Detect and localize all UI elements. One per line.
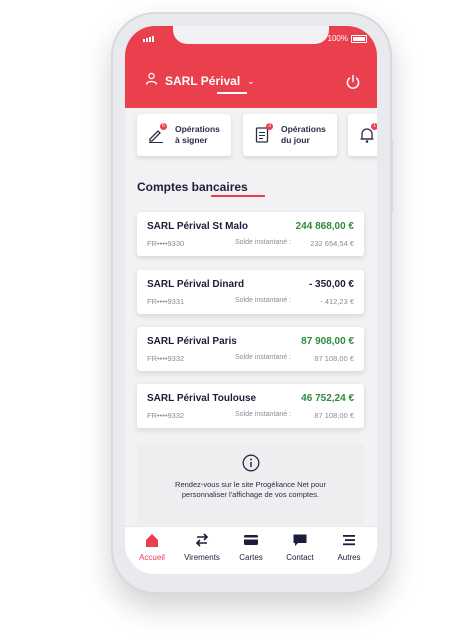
card-icon bbox=[226, 531, 276, 549]
info-box: Rendez-vous sur le site Progéliance Net … bbox=[137, 444, 364, 524]
tab-label: Contact bbox=[286, 553, 314, 562]
tab-label: Cartes bbox=[239, 553, 263, 562]
document-icon: 3 bbox=[253, 123, 273, 144]
tab-cartes[interactable]: Cartes bbox=[226, 531, 276, 562]
instant-balance: 87 108,00 € bbox=[314, 354, 354, 363]
instant-balance: 87 108,00 € bbox=[314, 411, 354, 420]
account-name: SARL Périval Dinard bbox=[147, 279, 245, 290]
account-balance: 46 752,24 € bbox=[301, 393, 354, 404]
user-selector[interactable]: SARL Périval ⌄ bbox=[145, 72, 255, 90]
home-icon bbox=[127, 531, 177, 549]
quick-action-notifications[interactable]: 1 bbox=[348, 114, 377, 156]
app-screen: 100% SARL Périval ⌄ 6 Opérations à signe… bbox=[125, 26, 377, 574]
instant-balance: - 412,23 € bbox=[320, 297, 354, 306]
user-name: SARL Périval bbox=[165, 74, 241, 88]
notification-badge: 3 bbox=[266, 123, 273, 130]
battery-percent: 100% bbox=[327, 34, 348, 43]
tab-virements[interactable]: Virements bbox=[177, 531, 227, 562]
tab-autres[interactable]: Autres bbox=[324, 531, 374, 562]
tab-contact[interactable]: Contact bbox=[275, 531, 325, 562]
account-name: SARL Périval St Malo bbox=[147, 221, 248, 232]
phone-side-button bbox=[390, 140, 393, 212]
user-icon bbox=[145, 72, 158, 90]
account-number: FR••••9332 bbox=[147, 411, 185, 420]
account-balance: 87 908,00 € bbox=[301, 336, 354, 347]
info-text: Rendez-vous sur le site Progéliance Net … bbox=[175, 480, 326, 499]
account-card[interactable]: SARL Périval St Malo 244 868,00 € FR••••… bbox=[137, 212, 364, 256]
account-number: FR••••9330 bbox=[147, 239, 185, 248]
instant-balance-label: Solde instantané : bbox=[235, 354, 292, 361]
quick-action-label: Opérations du jour bbox=[281, 124, 326, 145]
power-icon[interactable] bbox=[345, 74, 361, 95]
account-card[interactable]: SARL Périval Paris 87 908,00 € FR••••933… bbox=[137, 327, 364, 371]
account-number: FR••••9332 bbox=[147, 354, 185, 363]
instant-balance: 232 654,54 € bbox=[310, 239, 354, 248]
account-balance: 244 868,00 € bbox=[295, 221, 354, 232]
tab-label: Autres bbox=[337, 553, 361, 562]
phone-notch bbox=[173, 26, 329, 44]
menu-icon bbox=[324, 531, 374, 549]
info-icon bbox=[242, 454, 260, 472]
account-card[interactable]: SARL Périval Dinard - 350,00 € FR••••933… bbox=[137, 270, 364, 314]
quick-action-operations-du-jour[interactable]: 3 Opérations du jour bbox=[243, 114, 337, 156]
bottom-tab-bar: Accueil Virements Cartes Contact Autres bbox=[125, 526, 377, 574]
bell-icon: 1 bbox=[358, 123, 377, 144]
transfer-icon bbox=[177, 531, 227, 549]
account-number: FR••••9331 bbox=[147, 297, 185, 306]
account-name: SARL Périval Toulouse bbox=[147, 393, 257, 404]
tab-accueil[interactable]: Accueil bbox=[127, 531, 177, 562]
app-header: 100% SARL Périval ⌄ bbox=[125, 26, 377, 108]
user-selector-underline bbox=[217, 92, 247, 94]
chevron-down-icon: ⌄ bbox=[247, 75, 255, 86]
chat-icon bbox=[275, 531, 325, 549]
notification-badge: 6 bbox=[160, 123, 167, 130]
signal-icon bbox=[143, 36, 154, 42]
account-balance: - 350,00 € bbox=[308, 279, 354, 290]
notification-badge: 1 bbox=[371, 123, 377, 130]
battery-icon bbox=[351, 34, 367, 43]
section-title-underline bbox=[211, 195, 265, 197]
instant-balance-label: Solde instantané : bbox=[235, 239, 292, 246]
instant-balance-label: Solde instantané : bbox=[235, 411, 292, 418]
battery-status: 100% bbox=[328, 34, 367, 43]
account-name: SARL Périval Paris bbox=[147, 336, 237, 347]
tab-label: Virements bbox=[184, 553, 220, 562]
account-card[interactable]: SARL Périval Toulouse 46 752,24 € FR••••… bbox=[137, 384, 364, 428]
quick-action-label: Opérations à signer bbox=[175, 124, 220, 145]
sign-icon: 6 bbox=[147, 123, 167, 144]
instant-balance-label: Solde instantané : bbox=[235, 297, 292, 304]
section-title: Comptes bancaires bbox=[137, 180, 248, 194]
tab-label: Accueil bbox=[139, 553, 165, 562]
quick-action-operations-a-signer[interactable]: 6 Opérations à signer bbox=[137, 114, 231, 156]
